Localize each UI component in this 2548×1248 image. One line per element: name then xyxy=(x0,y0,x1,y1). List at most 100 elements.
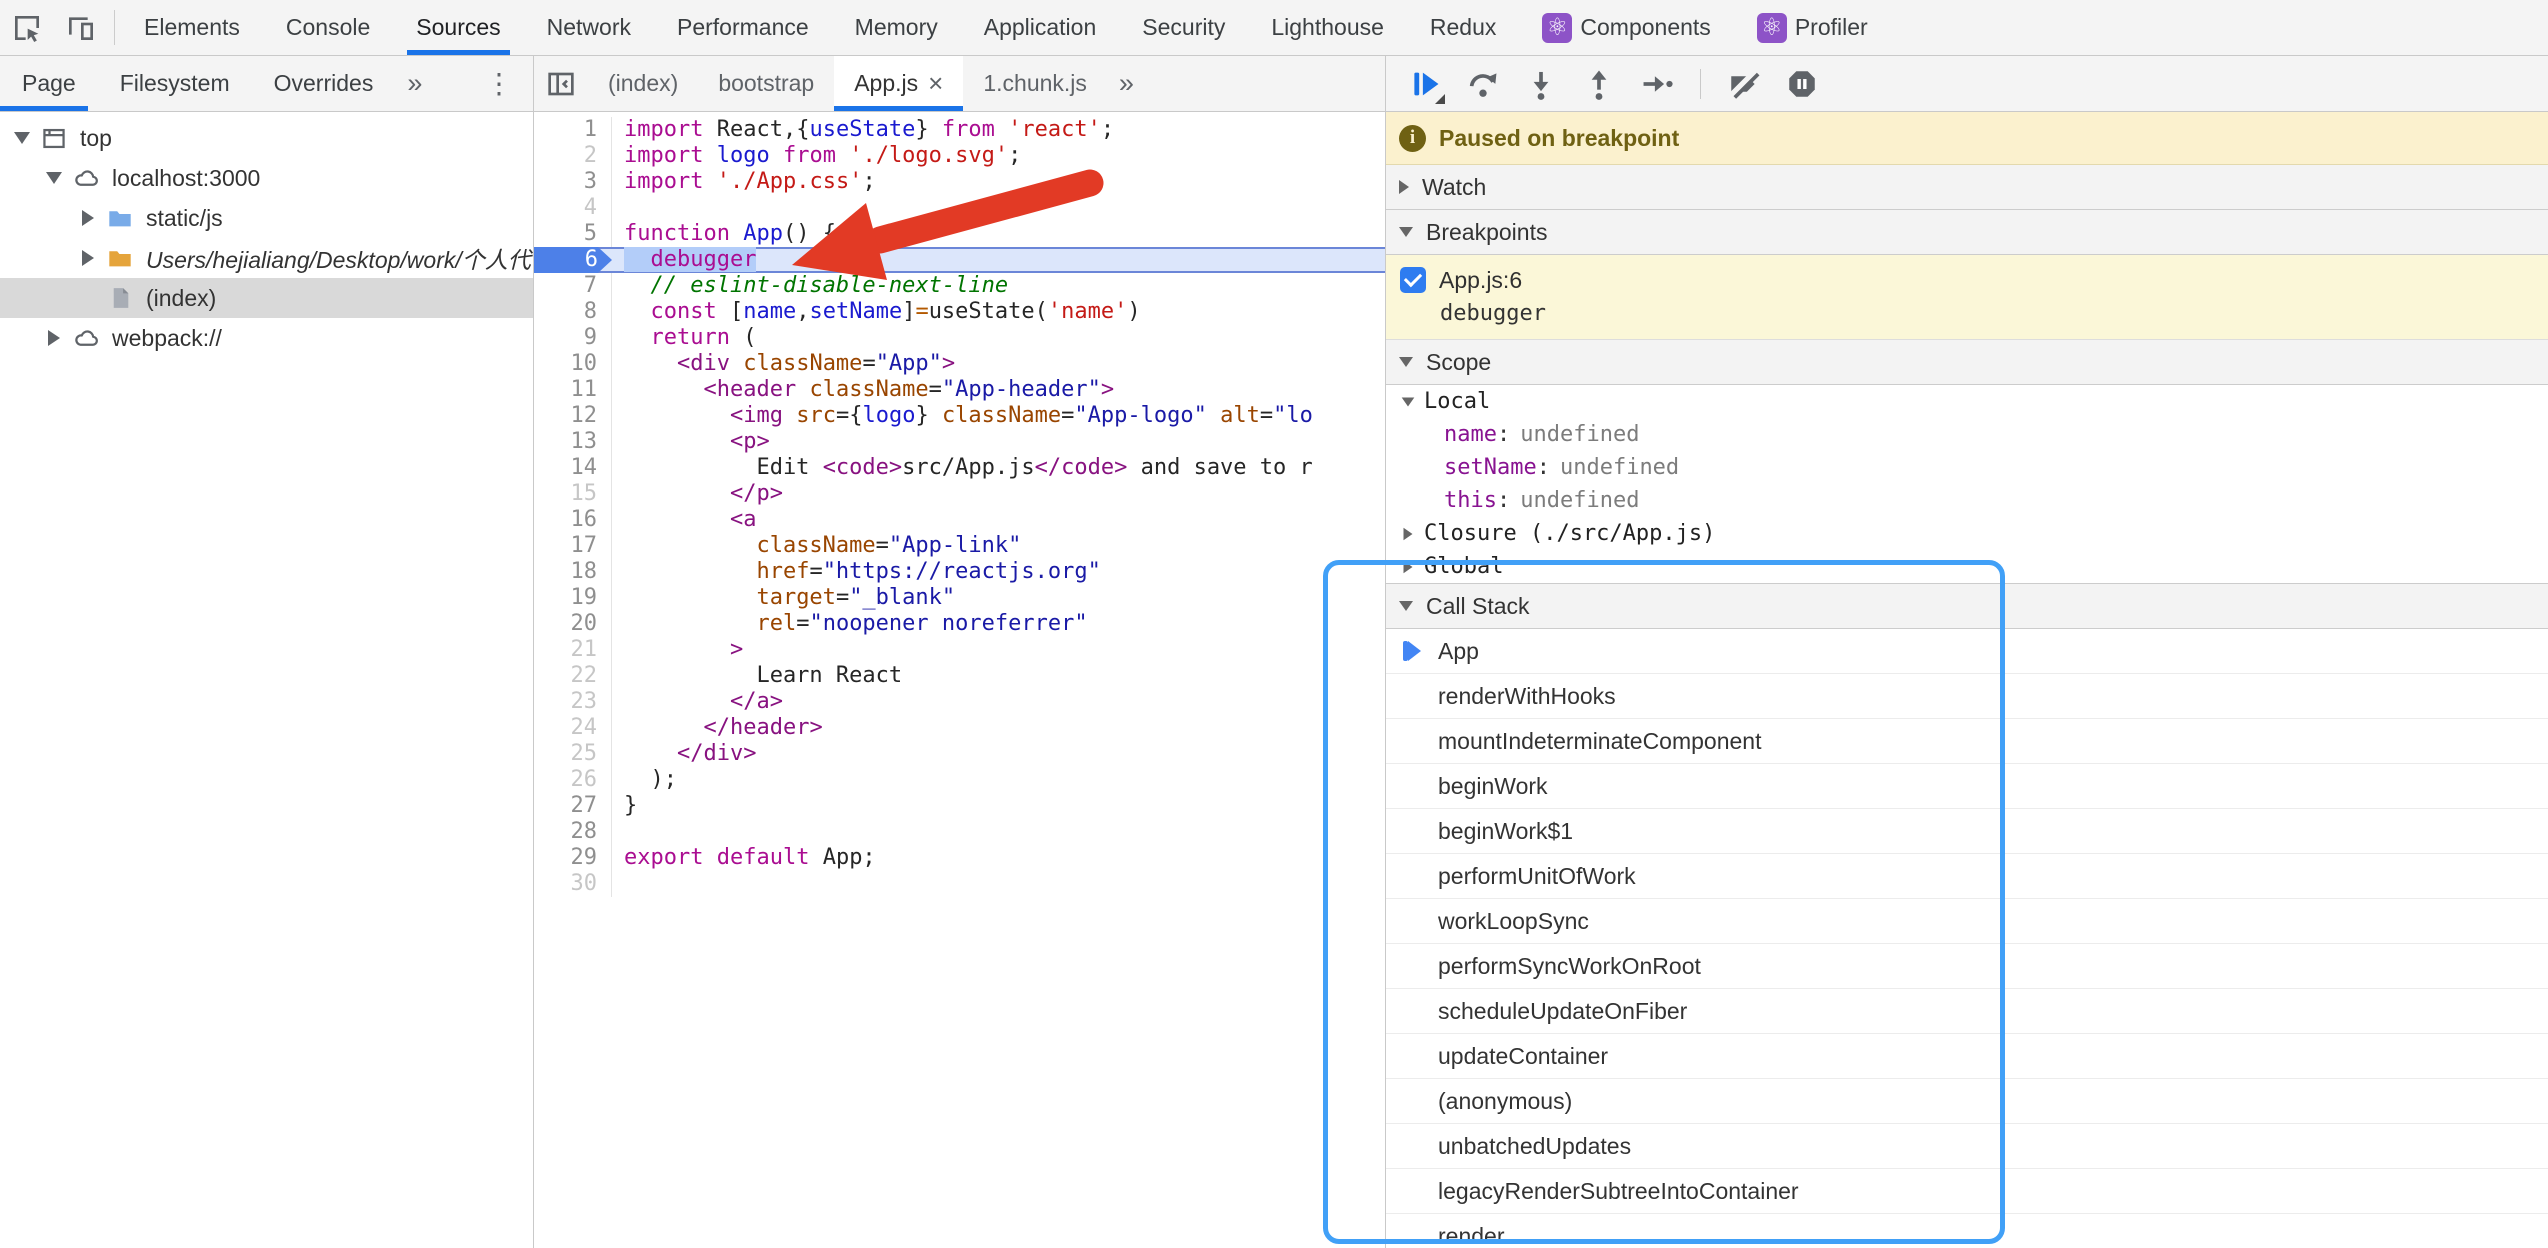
step-into-icon[interactable] xyxy=(1516,59,1566,109)
tree-item-static-js[interactable]: static/js xyxy=(0,198,533,238)
navigator-tab-filesystem[interactable]: Filesystem xyxy=(98,56,252,111)
code-line-30[interactable]: 30 xyxy=(534,871,1385,897)
code-line-24[interactable]: 24 </header> xyxy=(534,715,1385,741)
line-number[interactable]: 3 xyxy=(534,169,612,195)
section-scope[interactable]: Scope xyxy=(1386,340,2548,385)
tab-redux[interactable]: Redux xyxy=(1407,0,1519,55)
line-number[interactable]: 21 xyxy=(534,637,612,663)
code-line-12[interactable]: 12 <img src={logo} className="App-logo" … xyxy=(534,403,1385,429)
code-line-4[interactable]: 4 xyxy=(534,195,1385,221)
pause-on-exceptions-icon[interactable] xyxy=(1777,59,1827,109)
code-line-14[interactable]: 14 Edit <code>src/App.js</code> and save… xyxy=(534,455,1385,481)
navigator-tab-page[interactable]: Page xyxy=(0,56,98,111)
tab-profiler[interactable]: ⚛Profiler xyxy=(1734,0,1891,55)
line-number[interactable]: 25 xyxy=(534,741,612,767)
code-line-16[interactable]: 16 <a xyxy=(534,507,1385,533)
code-editor[interactable]: 1import React,{useState} from 'react';2i… xyxy=(534,112,1386,1248)
code-line-22[interactable]: 22 Learn React xyxy=(534,663,1385,689)
code-line-6[interactable]: 6 debugger xyxy=(534,247,1385,273)
breakpoint-checkbox[interactable] xyxy=(1400,267,1426,293)
code-line-13[interactable]: 13 <p> xyxy=(534,429,1385,455)
line-number[interactable]: 16 xyxy=(534,507,612,533)
line-number[interactable]: 9 xyxy=(534,325,612,351)
file-tab-app-js[interactable]: App.js× xyxy=(834,56,963,111)
code-line-18[interactable]: 18 href="https://reactjs.org" xyxy=(534,559,1385,585)
more-file-tabs-chevron-icon[interactable]: » xyxy=(1107,56,1146,111)
code-line-7[interactable]: 7 // eslint-disable-next-line xyxy=(534,273,1385,299)
code-line-21[interactable]: 21 > xyxy=(534,637,1385,663)
call-stack-frame-workloopsync[interactable]: workLoopSync xyxy=(1386,899,2548,944)
section-call-stack[interactable]: Call Stack xyxy=(1386,584,2548,629)
scope-local[interactable]: Local xyxy=(1386,385,2548,418)
file-tab-index[interactable]: (index) xyxy=(588,56,698,111)
paused-line-number[interactable]: 6 xyxy=(534,247,612,273)
line-number[interactable]: 1 xyxy=(534,117,612,143)
line-number[interactable]: 27 xyxy=(534,793,612,819)
call-stack-frame-legacyrendersubtreeintocontainer[interactable]: legacyRenderSubtreeIntoContainer xyxy=(1386,1169,2548,1214)
call-stack-frame-render[interactable]: render xyxy=(1386,1214,2548,1248)
line-number[interactable]: 13 xyxy=(534,429,612,455)
line-number[interactable]: 8 xyxy=(534,299,612,325)
line-number[interactable]: 23 xyxy=(534,689,612,715)
code-line-10[interactable]: 10 <div className="App"> xyxy=(534,351,1385,377)
tab-components[interactable]: ⚛Components xyxy=(1519,0,1733,55)
tree-item-top[interactable]: top xyxy=(0,118,533,158)
deactivate-breakpoints-icon[interactable] xyxy=(1719,59,1769,109)
expander-open-icon[interactable] xyxy=(40,172,68,184)
navigator-menu-icon[interactable]: ⋮ xyxy=(465,56,533,111)
line-number[interactable]: 2 xyxy=(534,143,612,169)
line-number[interactable]: 24 xyxy=(534,715,612,741)
tab-application[interactable]: Application xyxy=(961,0,1120,55)
line-number[interactable]: 17 xyxy=(534,533,612,559)
tree-item-webpack[interactable]: webpack:// xyxy=(0,318,533,358)
expander-closed-icon[interactable] xyxy=(74,210,102,226)
line-number[interactable]: 10 xyxy=(534,351,612,377)
collapse-navigator-icon[interactable] xyxy=(534,56,588,111)
device-toolbar-icon[interactable] xyxy=(54,0,108,55)
tab-elements[interactable]: Elements xyxy=(121,0,263,55)
tree-item-localhost-3000[interactable]: localhost:3000 xyxy=(0,158,533,198)
line-number[interactable]: 15 xyxy=(534,481,612,507)
code-line-23[interactable]: 23 </a> xyxy=(534,689,1385,715)
breakpoint-entry[interactable]: App.js:6debugger xyxy=(1386,255,2548,340)
line-number[interactable]: 26 xyxy=(534,767,612,793)
expander-open-icon[interactable] xyxy=(8,132,36,144)
code-line-20[interactable]: 20 rel="noopener noreferrer" xyxy=(534,611,1385,637)
inspect-element-icon[interactable] xyxy=(0,0,54,55)
code-line-8[interactable]: 8 const [name,setName]=useState('name') xyxy=(534,299,1385,325)
call-stack-frame-beginwork[interactable]: beginWork xyxy=(1386,764,2548,809)
navigator-tab-overrides[interactable]: Overrides xyxy=(252,56,396,111)
line-number[interactable]: 22 xyxy=(534,663,612,689)
code-line-3[interactable]: 3import './App.css'; xyxy=(534,169,1385,195)
file-tab-bootstrap[interactable]: bootstrap xyxy=(698,56,834,111)
expander-closed-icon[interactable] xyxy=(40,330,68,346)
tree-item-users-hejialiang-desktop-work[interactable]: Users/hejialiang/Desktop/work/个人代码 xyxy=(0,238,533,278)
expander-closed-icon[interactable] xyxy=(74,250,102,266)
line-number[interactable]: 12 xyxy=(534,403,612,429)
call-stack-frame-updatecontainer[interactable]: updateContainer xyxy=(1386,1034,2548,1079)
line-number[interactable]: 18 xyxy=(534,559,612,585)
step-icon[interactable] xyxy=(1632,59,1682,109)
code-line-11[interactable]: 11 <header className="App-header"> xyxy=(534,377,1385,403)
call-stack-frame-beginwork-1[interactable]: beginWork$1 xyxy=(1386,809,2548,854)
call-stack-frame-unbatchedupdates[interactable]: unbatchedUpdates xyxy=(1386,1124,2548,1169)
tab-console[interactable]: Console xyxy=(263,0,393,55)
tab-lighthouse[interactable]: Lighthouse xyxy=(1248,0,1407,55)
code-line-17[interactable]: 17 className="App-link" xyxy=(534,533,1385,559)
line-number[interactable]: 29 xyxy=(534,845,612,871)
tree-item-index[interactable]: (index) xyxy=(0,278,533,318)
code-line-25[interactable]: 25 </div> xyxy=(534,741,1385,767)
call-stack-frame-performunitofwork[interactable]: performUnitOfWork xyxy=(1386,854,2548,899)
tab-memory[interactable]: Memory xyxy=(832,0,961,55)
call-stack-frame-anonymous[interactable]: (anonymous) xyxy=(1386,1079,2548,1124)
code-line-27[interactable]: 27} xyxy=(534,793,1385,819)
line-number[interactable]: 7 xyxy=(534,273,612,299)
call-stack-frame-renderwithhooks[interactable]: renderWithHooks xyxy=(1386,674,2548,719)
line-number[interactable]: 14 xyxy=(534,455,612,481)
tab-security[interactable]: Security xyxy=(1119,0,1248,55)
tab-network[interactable]: Network xyxy=(524,0,654,55)
line-number[interactable]: 20 xyxy=(534,611,612,637)
call-stack-frame-app[interactable]: App xyxy=(1386,629,2548,674)
code-line-28[interactable]: 28 xyxy=(534,819,1385,845)
code-line-9[interactable]: 9 return ( xyxy=(534,325,1385,351)
